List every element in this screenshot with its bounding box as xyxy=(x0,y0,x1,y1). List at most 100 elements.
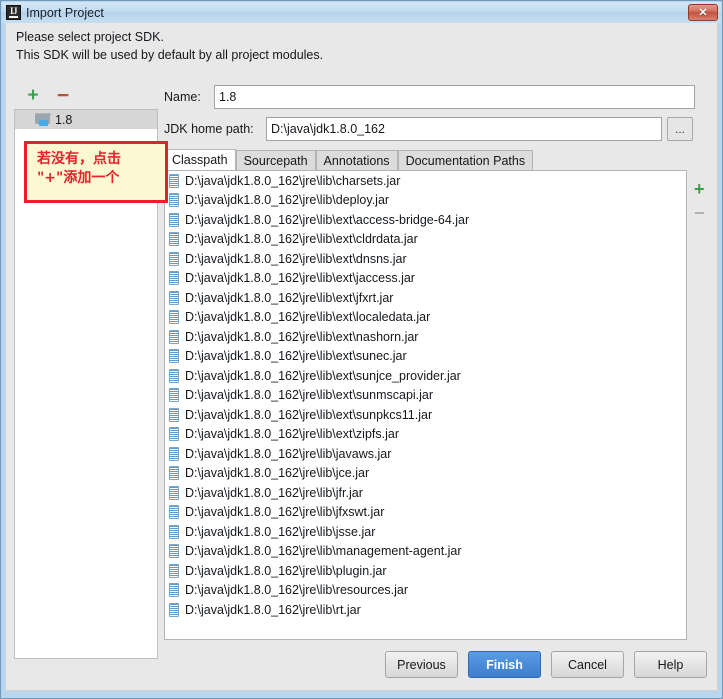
classpath-entry-row[interactable]: D:\java\jdk1.8.0_162\jre\lib\jfr.jar xyxy=(165,483,686,503)
name-label: Name: xyxy=(164,90,201,104)
classpath-entry-row[interactable]: D:\java\jdk1.8.0_162\jre\lib\rt.jar xyxy=(165,600,686,620)
name-field-row: Name: xyxy=(164,85,715,109)
jar-archive-icon xyxy=(169,173,179,188)
instruction-line-1: Please select project SDK. xyxy=(16,30,164,44)
classpath-entry-path: D:\java\jdk1.8.0_162\jre\lib\ext\localed… xyxy=(185,310,431,325)
remove-classpath-entry-button: − xyxy=(694,203,705,223)
classpath-entry-row[interactable]: D:\java\jdk1.8.0_162\jre\lib\plugin.jar xyxy=(165,561,686,581)
classpath-entry-path: D:\java\jdk1.8.0_162\jre\lib\ext\zipfs.j… xyxy=(185,427,399,442)
tab-classpath[interactable]: Classpath xyxy=(164,149,236,171)
sdk-tabs: Classpath Sourcepath Annotations Documentat… xyxy=(164,149,715,171)
classpath-entry-path: D:\java\jdk1.8.0_162\jre\lib\ext\jfxrt.j… xyxy=(185,290,394,305)
classpath-entry-row[interactable]: D:\java\jdk1.8.0_162\jre\lib\ext\sunmsca… xyxy=(165,386,686,406)
classpath-entry-path: D:\java\jdk1.8.0_162\jre\lib\ext\cldrdat… xyxy=(185,232,418,247)
browse-folder-button[interactable]: ... xyxy=(667,117,693,141)
sdk-list-item[interactable]: 1.8 xyxy=(15,110,157,129)
jar-archive-icon xyxy=(169,407,179,422)
classpath-entry-row[interactable]: D:\java\jdk1.8.0_162\jre\lib\ext\sunpkcs… xyxy=(165,405,686,425)
classpath-entry-row[interactable]: D:\java\jdk1.8.0_162\jre\lib\ext\cldrdat… xyxy=(165,230,686,250)
classpath-entry-path: D:\java\jdk1.8.0_162\jre\lib\plugin.jar xyxy=(185,563,387,578)
jar-archive-icon xyxy=(169,505,179,520)
jar-archive-icon xyxy=(169,466,179,481)
jar-archive-icon xyxy=(169,290,179,305)
classpath-entry-path: D:\java\jdk1.8.0_162\jre\lib\ext\dnsns.j… xyxy=(185,251,407,266)
classpath-entry-row[interactable]: D:\java\jdk1.8.0_162\jre\lib\jce.jar xyxy=(165,464,686,484)
jar-archive-icon xyxy=(169,271,179,286)
finish-button[interactable]: Finish xyxy=(468,651,541,678)
annotation-callout: 若没有，点击 "+"添加一个 xyxy=(24,141,168,203)
jar-archive-icon xyxy=(169,485,179,500)
classpath-entry-row[interactable]: D:\java\jdk1.8.0_162\jre\lib\jsse.jar xyxy=(165,522,686,542)
jar-archive-icon xyxy=(169,251,179,266)
classpath-entry-row[interactable]: D:\java\jdk1.8.0_162\jre\lib\ext\dnsns.j… xyxy=(165,249,686,269)
jar-archive-icon xyxy=(169,310,179,325)
classpath-entry-row[interactable]: D:\java\jdk1.8.0_162\jre\lib\ext\nashorn… xyxy=(165,327,686,347)
classpath-entry-row[interactable]: D:\java\jdk1.8.0_162\jre\lib\ext\localed… xyxy=(165,308,686,328)
classpath-region: D:\java\jdk1.8.0_162\jre\lib\charsets.ja… xyxy=(164,170,715,640)
jar-archive-icon xyxy=(169,329,179,344)
tab-sourcepath[interactable]: Sourcepath xyxy=(235,150,316,171)
tab-annotations[interactable]: Annotations xyxy=(315,150,398,171)
classpath-entry-path: D:\java\jdk1.8.0_162\jre\lib\jfxswt.jar xyxy=(185,505,385,520)
classpath-entry-row[interactable]: D:\java\jdk1.8.0_162\jre\lib\ext\sunec.j… xyxy=(165,347,686,367)
classpath-entry-path: D:\java\jdk1.8.0_162\jre\lib\ext\sunec.j… xyxy=(185,349,407,364)
jar-archive-icon xyxy=(169,544,179,559)
jar-archive-icon xyxy=(169,212,179,227)
classpath-entry-row[interactable]: D:\java\jdk1.8.0_162\jre\lib\ext\zipfs.j… xyxy=(165,425,686,445)
jar-archive-icon xyxy=(169,563,179,578)
classpath-entry-path: D:\java\jdk1.8.0_162\jre\lib\ext\sunjce_… xyxy=(185,368,461,383)
classpath-entry-path: D:\java\jdk1.8.0_162\jre\lib\ext\sunpkcs… xyxy=(185,407,433,422)
classpath-entry-row[interactable]: D:\java\jdk1.8.0_162\jre\lib\management-… xyxy=(165,542,686,562)
jdk-home-path-input[interactable] xyxy=(266,117,662,141)
jar-archive-icon xyxy=(169,368,179,383)
jdk-home-path-row: JDK home path: ... xyxy=(164,117,715,141)
classpath-entry-path: D:\java\jdk1.8.0_162\jre\lib\javaws.jar xyxy=(185,446,392,461)
classpath-toolbar: + − xyxy=(688,170,715,640)
help-button[interactable]: Help xyxy=(634,651,707,678)
jar-archive-icon xyxy=(169,388,179,403)
classpath-entry-path: D:\java\jdk1.8.0_162\jre\lib\deploy.jar xyxy=(185,193,390,208)
sdk-toolbar: + − xyxy=(14,85,158,109)
jar-archive-icon xyxy=(169,349,179,364)
close-icon[interactable]: ✕ xyxy=(688,4,718,21)
previous-button[interactable]: Previous xyxy=(385,651,458,678)
dialog-button-bar: Previous Finish Cancel Help xyxy=(385,651,707,678)
tab-documentation-paths[interactable]: Documentation Paths xyxy=(397,150,534,171)
classpath-entry-row[interactable]: D:\java\jdk1.8.0_162\jre\lib\deploy.jar xyxy=(165,191,686,211)
classpath-entry-row[interactable]: D:\java\jdk1.8.0_162\jre\lib\ext\access-… xyxy=(165,210,686,230)
sdk-list-item-label: 1.8 xyxy=(55,112,73,127)
classpath-entry-path: D:\java\jdk1.8.0_162\jre\lib\charsets.ja… xyxy=(185,173,401,188)
jar-archive-icon xyxy=(169,583,179,598)
jar-archive-icon xyxy=(169,232,179,247)
dialog-body: Please select project SDK. This SDK will… xyxy=(5,23,718,691)
classpath-list[interactable]: D:\java\jdk1.8.0_162\jre\lib\charsets.ja… xyxy=(164,170,687,640)
remove-sdk-button[interactable]: − xyxy=(54,85,72,106)
window-title: Import Project xyxy=(26,5,104,20)
classpath-entry-path: D:\java\jdk1.8.0_162\jre\lib\management-… xyxy=(185,544,462,559)
classpath-entry-path: D:\java\jdk1.8.0_162\jre\lib\ext\nashorn… xyxy=(185,329,419,344)
add-sdk-button[interactable]: + xyxy=(24,86,42,105)
cancel-button[interactable]: Cancel xyxy=(551,651,624,678)
classpath-entry-row[interactable]: D:\java\jdk1.8.0_162\jre\lib\ext\jaccess… xyxy=(165,269,686,289)
classpath-entry-row[interactable]: D:\java\jdk1.8.0_162\jre\lib\resources.j… xyxy=(165,581,686,601)
classpath-entry-row[interactable]: D:\java\jdk1.8.0_162\jre\lib\charsets.ja… xyxy=(165,171,686,191)
jdk-folder-icon xyxy=(35,113,51,126)
classpath-entry-row[interactable]: D:\java\jdk1.8.0_162\jre\lib\javaws.jar xyxy=(165,444,686,464)
classpath-entry-path: D:\java\jdk1.8.0_162\jre\lib\jce.jar xyxy=(185,466,370,481)
import-project-dialog-window: IJ Import Project ✕ Please select projec… xyxy=(0,0,723,699)
sdk-name-input[interactable] xyxy=(214,85,695,109)
add-classpath-entry-button[interactable]: + xyxy=(694,180,705,198)
classpath-entry-path: D:\java\jdk1.8.0_162\jre\lib\ext\access-… xyxy=(185,212,470,227)
jar-archive-icon xyxy=(169,193,179,208)
classpath-entry-path: D:\java\jdk1.8.0_162\jre\lib\jsse.jar xyxy=(185,524,376,539)
sdk-detail-pane: Name: JDK home path: ... ClasspathSource… xyxy=(164,85,715,640)
intellij-idea-icon-bar xyxy=(9,16,18,18)
classpath-entry-row[interactable]: D:\java\jdk1.8.0_162\jre\lib\ext\sunjce_… xyxy=(165,366,686,386)
jdk-home-path-label: JDK home path: xyxy=(164,122,254,136)
intellij-idea-icon: IJ xyxy=(6,5,21,20)
classpath-entry-row[interactable]: D:\java\jdk1.8.0_162\jre\lib\jfxswt.jar xyxy=(165,503,686,523)
jar-archive-icon xyxy=(169,524,179,539)
title-bar: IJ Import Project ✕ xyxy=(2,2,721,23)
classpath-entry-row[interactable]: D:\java\jdk1.8.0_162\jre\lib\ext\jfxrt.j… xyxy=(165,288,686,308)
classpath-entry-path: D:\java\jdk1.8.0_162\jre\lib\ext\sunmsca… xyxy=(185,388,434,403)
